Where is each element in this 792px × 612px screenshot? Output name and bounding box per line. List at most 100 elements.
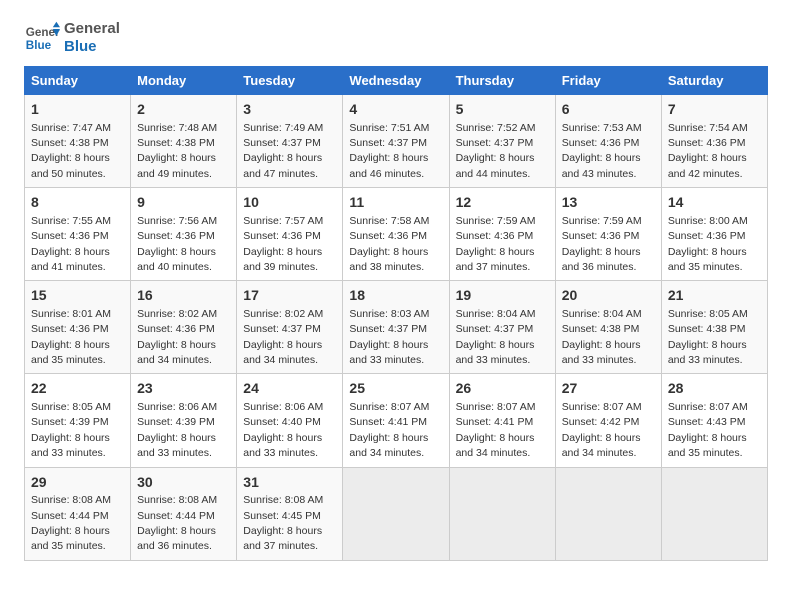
calendar-row: 15Sunrise: 8:01 AMSunset: 4:36 PMDayligh… bbox=[25, 281, 768, 374]
sunset-info: Sunset: 4:39 PM bbox=[137, 416, 215, 428]
daylight-info: Daylight: 8 hours and 33 minutes. bbox=[243, 432, 322, 459]
calendar-cell: 8 Sunrise: 7:55 AM Sunset: 4:36 PM Daylight… bbox=[25, 188, 131, 281]
calendar-header: SundayMondayTuesdayWednesdayThursdayFrid… bbox=[25, 67, 768, 95]
day-number: 20 bbox=[562, 286, 655, 306]
day-number: 10 bbox=[243, 193, 336, 213]
calendar-cell: 14Sunrise: 8:00 AMSunset: 4:36 PMDayligh… bbox=[661, 188, 767, 281]
sunrise-info: Sunrise: 7:56 AM bbox=[137, 215, 217, 227]
sunset-info: Sunset: 4:45 PM bbox=[243, 510, 321, 522]
sunset-info: Sunset: 4:38 PM bbox=[668, 323, 746, 335]
day-number: 8 bbox=[31, 193, 124, 213]
sunrise-info: Sunrise: 8:07 AM bbox=[349, 401, 429, 413]
day-number: 3 bbox=[243, 100, 336, 120]
calendar-cell: 15Sunrise: 8:01 AMSunset: 4:36 PMDayligh… bbox=[25, 281, 131, 374]
daylight-info: Daylight: 8 hours and 33 minutes. bbox=[349, 339, 428, 366]
sunrise-info: Sunrise: 7:55 AM bbox=[31, 215, 111, 227]
sunset-info: Sunset: 4:36 PM bbox=[137, 230, 215, 242]
daylight-info: Daylight: 8 hours and 36 minutes. bbox=[137, 525, 216, 552]
calendar-cell: 26Sunrise: 8:07 AMSunset: 4:41 PMDayligh… bbox=[449, 374, 555, 467]
daylight-info: Daylight: 8 hours and 38 minutes. bbox=[349, 246, 428, 273]
sunrise-info: Sunrise: 8:07 AM bbox=[456, 401, 536, 413]
day-number: 7 bbox=[668, 100, 761, 120]
calendar-cell bbox=[449, 467, 555, 560]
sunrise-info: Sunrise: 8:05 AM bbox=[668, 308, 748, 320]
daylight-info: Daylight: 8 hours and 41 minutes. bbox=[31, 246, 110, 273]
logo-general: General bbox=[64, 20, 120, 38]
calendar-cell: 30Sunrise: 8:08 AMSunset: 4:44 PMDayligh… bbox=[131, 467, 237, 560]
calendar-cell: 28Sunrise: 8:07 AMSunset: 4:43 PMDayligh… bbox=[661, 374, 767, 467]
day-number: 2 bbox=[137, 100, 230, 120]
sunrise-info: Sunrise: 7:54 AM bbox=[668, 122, 748, 134]
sunrise-info: Sunrise: 7:59 AM bbox=[562, 215, 642, 227]
day-number: 5 bbox=[456, 100, 549, 120]
logo: General Blue General Blue bbox=[24, 20, 120, 56]
weekday-header: Tuesday bbox=[237, 67, 343, 95]
calendar-cell bbox=[343, 467, 449, 560]
sunset-info: Sunset: 4:36 PM bbox=[349, 230, 427, 242]
calendar-row: 22Sunrise: 8:05 AMSunset: 4:39 PMDayligh… bbox=[25, 374, 768, 467]
sunset-info: Sunset: 4:40 PM bbox=[243, 416, 321, 428]
sunset-info: Sunset: 4:36 PM bbox=[31, 323, 109, 335]
day-number: 16 bbox=[137, 286, 230, 306]
sunrise-info: Sunrise: 8:00 AM bbox=[668, 215, 748, 227]
daylight-info: Daylight: 8 hours and 37 minutes. bbox=[243, 525, 322, 552]
sunrise-info: Sunrise: 8:08 AM bbox=[31, 494, 111, 506]
weekday-header: Thursday bbox=[449, 67, 555, 95]
day-number: 17 bbox=[243, 286, 336, 306]
sunset-info: Sunset: 4:36 PM bbox=[562, 137, 640, 149]
sunrise-info: Sunrise: 7:52 AM bbox=[456, 122, 536, 134]
calendar-cell: 20Sunrise: 8:04 AMSunset: 4:38 PMDayligh… bbox=[555, 281, 661, 374]
sunset-info: Sunset: 4:38 PM bbox=[31, 137, 109, 149]
daylight-info: Daylight: 8 hours and 35 minutes. bbox=[668, 246, 747, 273]
daylight-info: Daylight: 8 hours and 37 minutes. bbox=[456, 246, 535, 273]
day-number: 29 bbox=[31, 473, 124, 493]
daylight-info: Daylight: 8 hours and 35 minutes. bbox=[31, 339, 110, 366]
daylight-info: Daylight: 8 hours and 34 minutes. bbox=[456, 432, 535, 459]
calendar-cell: 1Sunrise: 7:47 AMSunset: 4:38 PMDaylight… bbox=[25, 95, 131, 188]
sunset-info: Sunset: 4:36 PM bbox=[562, 230, 640, 242]
day-number: 31 bbox=[243, 473, 336, 493]
sunrise-info: Sunrise: 7:47 AM bbox=[31, 122, 111, 134]
day-number: 27 bbox=[562, 379, 655, 399]
sunrise-info: Sunrise: 7:57 AM bbox=[243, 215, 323, 227]
calendar-cell: 17Sunrise: 8:02 AMSunset: 4:37 PMDayligh… bbox=[237, 281, 343, 374]
sunset-info: Sunset: 4:37 PM bbox=[243, 137, 321, 149]
daylight-info: Daylight: 8 hours and 35 minutes. bbox=[31, 525, 110, 552]
daylight-info: Daylight: 8 hours and 46 minutes. bbox=[349, 152, 428, 179]
sunset-info: Sunset: 4:36 PM bbox=[668, 230, 746, 242]
day-number: 19 bbox=[456, 286, 549, 306]
sunset-info: Sunset: 4:37 PM bbox=[243, 323, 321, 335]
sunset-info: Sunset: 4:44 PM bbox=[137, 510, 215, 522]
sunset-info: Sunset: 4:36 PM bbox=[137, 323, 215, 335]
calendar-cell bbox=[661, 467, 767, 560]
calendar-cell: 12Sunrise: 7:59 AMSunset: 4:36 PMDayligh… bbox=[449, 188, 555, 281]
sunrise-info: Sunrise: 8:07 AM bbox=[562, 401, 642, 413]
sunset-info: Sunset: 4:43 PM bbox=[668, 416, 746, 428]
sunset-info: Sunset: 4:42 PM bbox=[562, 416, 640, 428]
sunset-info: Sunset: 4:37 PM bbox=[456, 323, 534, 335]
sunset-info: Sunset: 4:36 PM bbox=[31, 230, 109, 242]
sunset-info: Sunset: 4:44 PM bbox=[31, 510, 109, 522]
day-number: 15 bbox=[31, 286, 124, 306]
sunrise-info: Sunrise: 8:06 AM bbox=[243, 401, 323, 413]
sunset-info: Sunset: 4:37 PM bbox=[349, 137, 427, 149]
calendar-row: 8 Sunrise: 7:55 AM Sunset: 4:36 PM Daylight… bbox=[25, 188, 768, 281]
weekday-header: Sunday bbox=[25, 67, 131, 95]
page-header: General Blue General Blue bbox=[24, 20, 768, 56]
calendar-cell: 13Sunrise: 7:59 AMSunset: 4:36 PMDayligh… bbox=[555, 188, 661, 281]
svg-text:Blue: Blue bbox=[26, 39, 52, 52]
sunrise-info: Sunrise: 8:03 AM bbox=[349, 308, 429, 320]
sunrise-info: Sunrise: 8:06 AM bbox=[137, 401, 217, 413]
day-number: 18 bbox=[349, 286, 442, 306]
sunset-info: Sunset: 4:41 PM bbox=[456, 416, 534, 428]
sunrise-info: Sunrise: 7:59 AM bbox=[456, 215, 536, 227]
calendar-cell bbox=[555, 467, 661, 560]
daylight-info: Daylight: 8 hours and 34 minutes. bbox=[137, 339, 216, 366]
day-number: 12 bbox=[456, 193, 549, 213]
weekday-header: Monday bbox=[131, 67, 237, 95]
sunset-info: Sunset: 4:38 PM bbox=[562, 323, 640, 335]
calendar-cell: 18Sunrise: 8:03 AMSunset: 4:37 PMDayligh… bbox=[343, 281, 449, 374]
sunrise-info: Sunrise: 7:49 AM bbox=[243, 122, 323, 134]
calendar-cell: 10Sunrise: 7:57 AMSunset: 4:36 PMDayligh… bbox=[237, 188, 343, 281]
calendar-cell: 9Sunrise: 7:56 AMSunset: 4:36 PMDaylight… bbox=[131, 188, 237, 281]
